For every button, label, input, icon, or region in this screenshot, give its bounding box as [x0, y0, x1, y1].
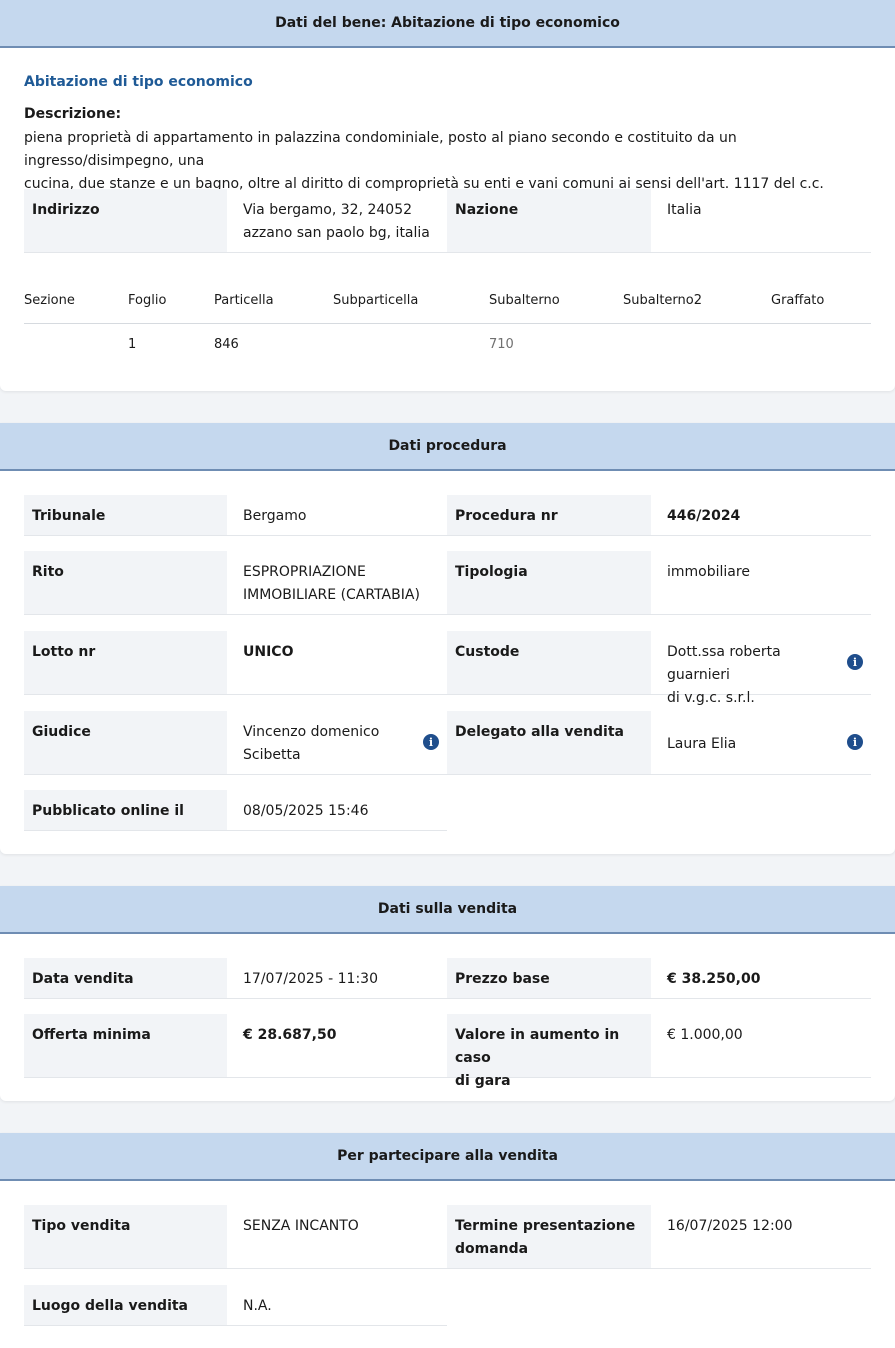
nazione-label: Nazione — [447, 189, 651, 252]
procedura-nr-label: Procedura nr — [447, 495, 651, 535]
valore-aumento-line-1: Valore in aumento in caso — [455, 1027, 620, 1066]
rito-line-2: IMMOBILIARE (CARTABIA) — [243, 587, 420, 603]
vendita-header: Dati sulla vendita — [0, 886, 895, 934]
table-row: 1 846 710 — [24, 324, 871, 364]
catasto-table: Sezione Foglio Particella Subparticella … — [24, 280, 871, 364]
tribunale-value: Bergamo — [243, 508, 307, 524]
descrizione-label: Descrizione: — [24, 106, 122, 122]
indirizzo-line-1: Via bergamo, 32, 24052 — [243, 202, 413, 218]
procedura-nr-value: 446/2024 — [667, 508, 741, 524]
rito-value: ESPROPRIAZIONE IMMOBILIARE (CARTABIA) — [227, 551, 447, 617]
giudice-line-2: Scibetta — [243, 747, 301, 763]
catasto-header-row: Sezione Foglio Particella Subparticella … — [24, 280, 871, 324]
indirizzo-row: Indirizzo Via bergamo, 32, 24052 azzano … — [24, 189, 871, 253]
rito-row: Rito ESPROPRIAZIONE IMMOBILIARE (CARTABI… — [24, 551, 871, 615]
custode-label: Custode — [447, 631, 651, 694]
pubblicato-value: 08/05/2025 15:46 — [243, 803, 369, 819]
catasto-header-foglio: Foglio — [128, 293, 167, 308]
catasto-header-subalterno: Subalterno — [489, 293, 560, 308]
bene-card: Dati del bene: Abitazione di tipo econom… — [0, 0, 895, 391]
offerta-row: Offerta minima € 28.687,50 Valore in aum… — [24, 1014, 871, 1089]
rito-label: Rito — [24, 551, 227, 614]
catasto-header-particella: Particella — [214, 293, 274, 308]
giudice-line-1: Vincenzo domenico — [243, 724, 380, 740]
termine-line-2: domanda — [455, 1241, 529, 1257]
giudice-value: Vincenzo domenico Scibetta — [227, 711, 417, 777]
custode-line-1: Dott.ssa roberta guarnieri — [667, 644, 781, 683]
termine-line-1: Termine presentazione — [455, 1218, 636, 1234]
tipo-vendita-row: Tipo vendita SENZA INCANTO Termine prese… — [24, 1205, 871, 1269]
luogo-row: Luogo della vendita N.A. — [24, 1285, 447, 1326]
custode-line-2: di v.g.c. s.r.l. — [667, 690, 755, 706]
lotto-row: Lotto nr UNICO Custode Dott.ssa roberta … — [24, 631, 871, 706]
catasto-header-subalterno2: Subalterno2 — [623, 293, 702, 308]
tribunale-label: Tribunale — [24, 495, 227, 535]
pubblicato-label: Pubblicato online il — [24, 790, 227, 830]
luogo-value: N.A. — [243, 1298, 272, 1314]
bene-title: Abitazione di tipo economico — [24, 74, 253, 90]
delegato-value: Laura Elia — [667, 736, 737, 752]
partecipare-card: Per partecipare alla vendita Tipo vendit… — [0, 1133, 895, 1348]
termine-label: Termine presentazione domanda — [447, 1205, 651, 1268]
prezzo-base-value: € 38.250,00 — [667, 971, 761, 987]
descrizione-text: piena proprietà di appartamento in palaz… — [24, 127, 874, 196]
data-vendita-row: Data vendita 17/07/2025 - 11:30 Prezzo b… — [24, 958, 871, 999]
lotto-label: Lotto nr — [24, 631, 227, 694]
rito-line-1: ESPROPRIAZIONE — [243, 564, 366, 580]
bene-header: Dati del bene: Abitazione di tipo econom… — [0, 0, 895, 48]
giudice-label: Giudice — [24, 711, 227, 774]
catasto-header-graffato: Graffato — [771, 293, 825, 308]
delegato-info-icon[interactable]: i — [847, 734, 863, 750]
descrizione-line-1: piena proprietà di appartamento in palaz… — [24, 130, 737, 169]
pubblicato-row: Pubblicato online il 08/05/2025 15:46 — [24, 790, 447, 831]
catasto-cell-foglio: 1 — [128, 337, 137, 352]
tipologia-value: immobiliare — [667, 564, 750, 580]
partecipare-header: Per partecipare alla vendita — [0, 1133, 895, 1181]
custode-value: Dott.ssa roberta guarnieri di v.g.c. s.r… — [651, 631, 851, 720]
valore-aumento-value: € 1.000,00 — [667, 1027, 743, 1043]
catasto-cell-subalterno: 710 — [489, 337, 514, 352]
giudice-info-icon[interactable]: i — [423, 734, 439, 750]
offerta-minima-value: € 28.687,50 — [243, 1027, 337, 1043]
lotto-value: UNICO — [243, 644, 294, 660]
valore-aumento-line-2: di gara — [455, 1073, 511, 1089]
data-vendita-label: Data vendita — [24, 958, 227, 998]
prezzo-base-label: Prezzo base — [447, 958, 651, 998]
tipologia-label: Tipologia — [447, 551, 651, 614]
luogo-label: Luogo della vendita — [24, 1285, 227, 1325]
tipo-vendita-label: Tipo vendita — [24, 1205, 227, 1268]
tipo-vendita-value: SENZA INCANTO — [243, 1218, 359, 1234]
procedura-header: Dati procedura — [0, 423, 895, 471]
delegato-label: Delegato alla vendita — [447, 711, 651, 774]
indirizzo-label: Indirizzo — [24, 189, 227, 252]
data-vendita-value: 17/07/2025 - 11:30 — [243, 971, 378, 987]
tribunale-row: Tribunale Bergamo Procedura nr 446/2024 — [24, 495, 871, 536]
procedura-card: Dati procedura Tribunale Bergamo Procedu… — [0, 423, 895, 854]
catasto-cell-particella: 846 — [214, 337, 239, 352]
offerta-minima-label: Offerta minima — [24, 1014, 227, 1077]
indirizzo-line-2: azzano san paolo bg, italia — [243, 225, 430, 241]
catasto-header-subparticella: Subparticella — [333, 293, 419, 308]
nazione-value: Italia — [667, 202, 702, 218]
giudice-row: Giudice Vincenzo domenico Scibetta i Del… — [24, 711, 871, 775]
vendita-card: Dati sulla vendita Data vendita 17/07/20… — [0, 886, 895, 1101]
valore-aumento-label: Valore in aumento in caso di gara — [447, 1014, 651, 1089]
indirizzo-value: Via bergamo, 32, 24052 azzano san paolo … — [227, 189, 447, 255]
custode-info-icon[interactable]: i — [847, 654, 863, 670]
catasto-header-sezione: Sezione — [24, 293, 75, 308]
termine-value: 16/07/2025 12:00 — [667, 1218, 793, 1234]
